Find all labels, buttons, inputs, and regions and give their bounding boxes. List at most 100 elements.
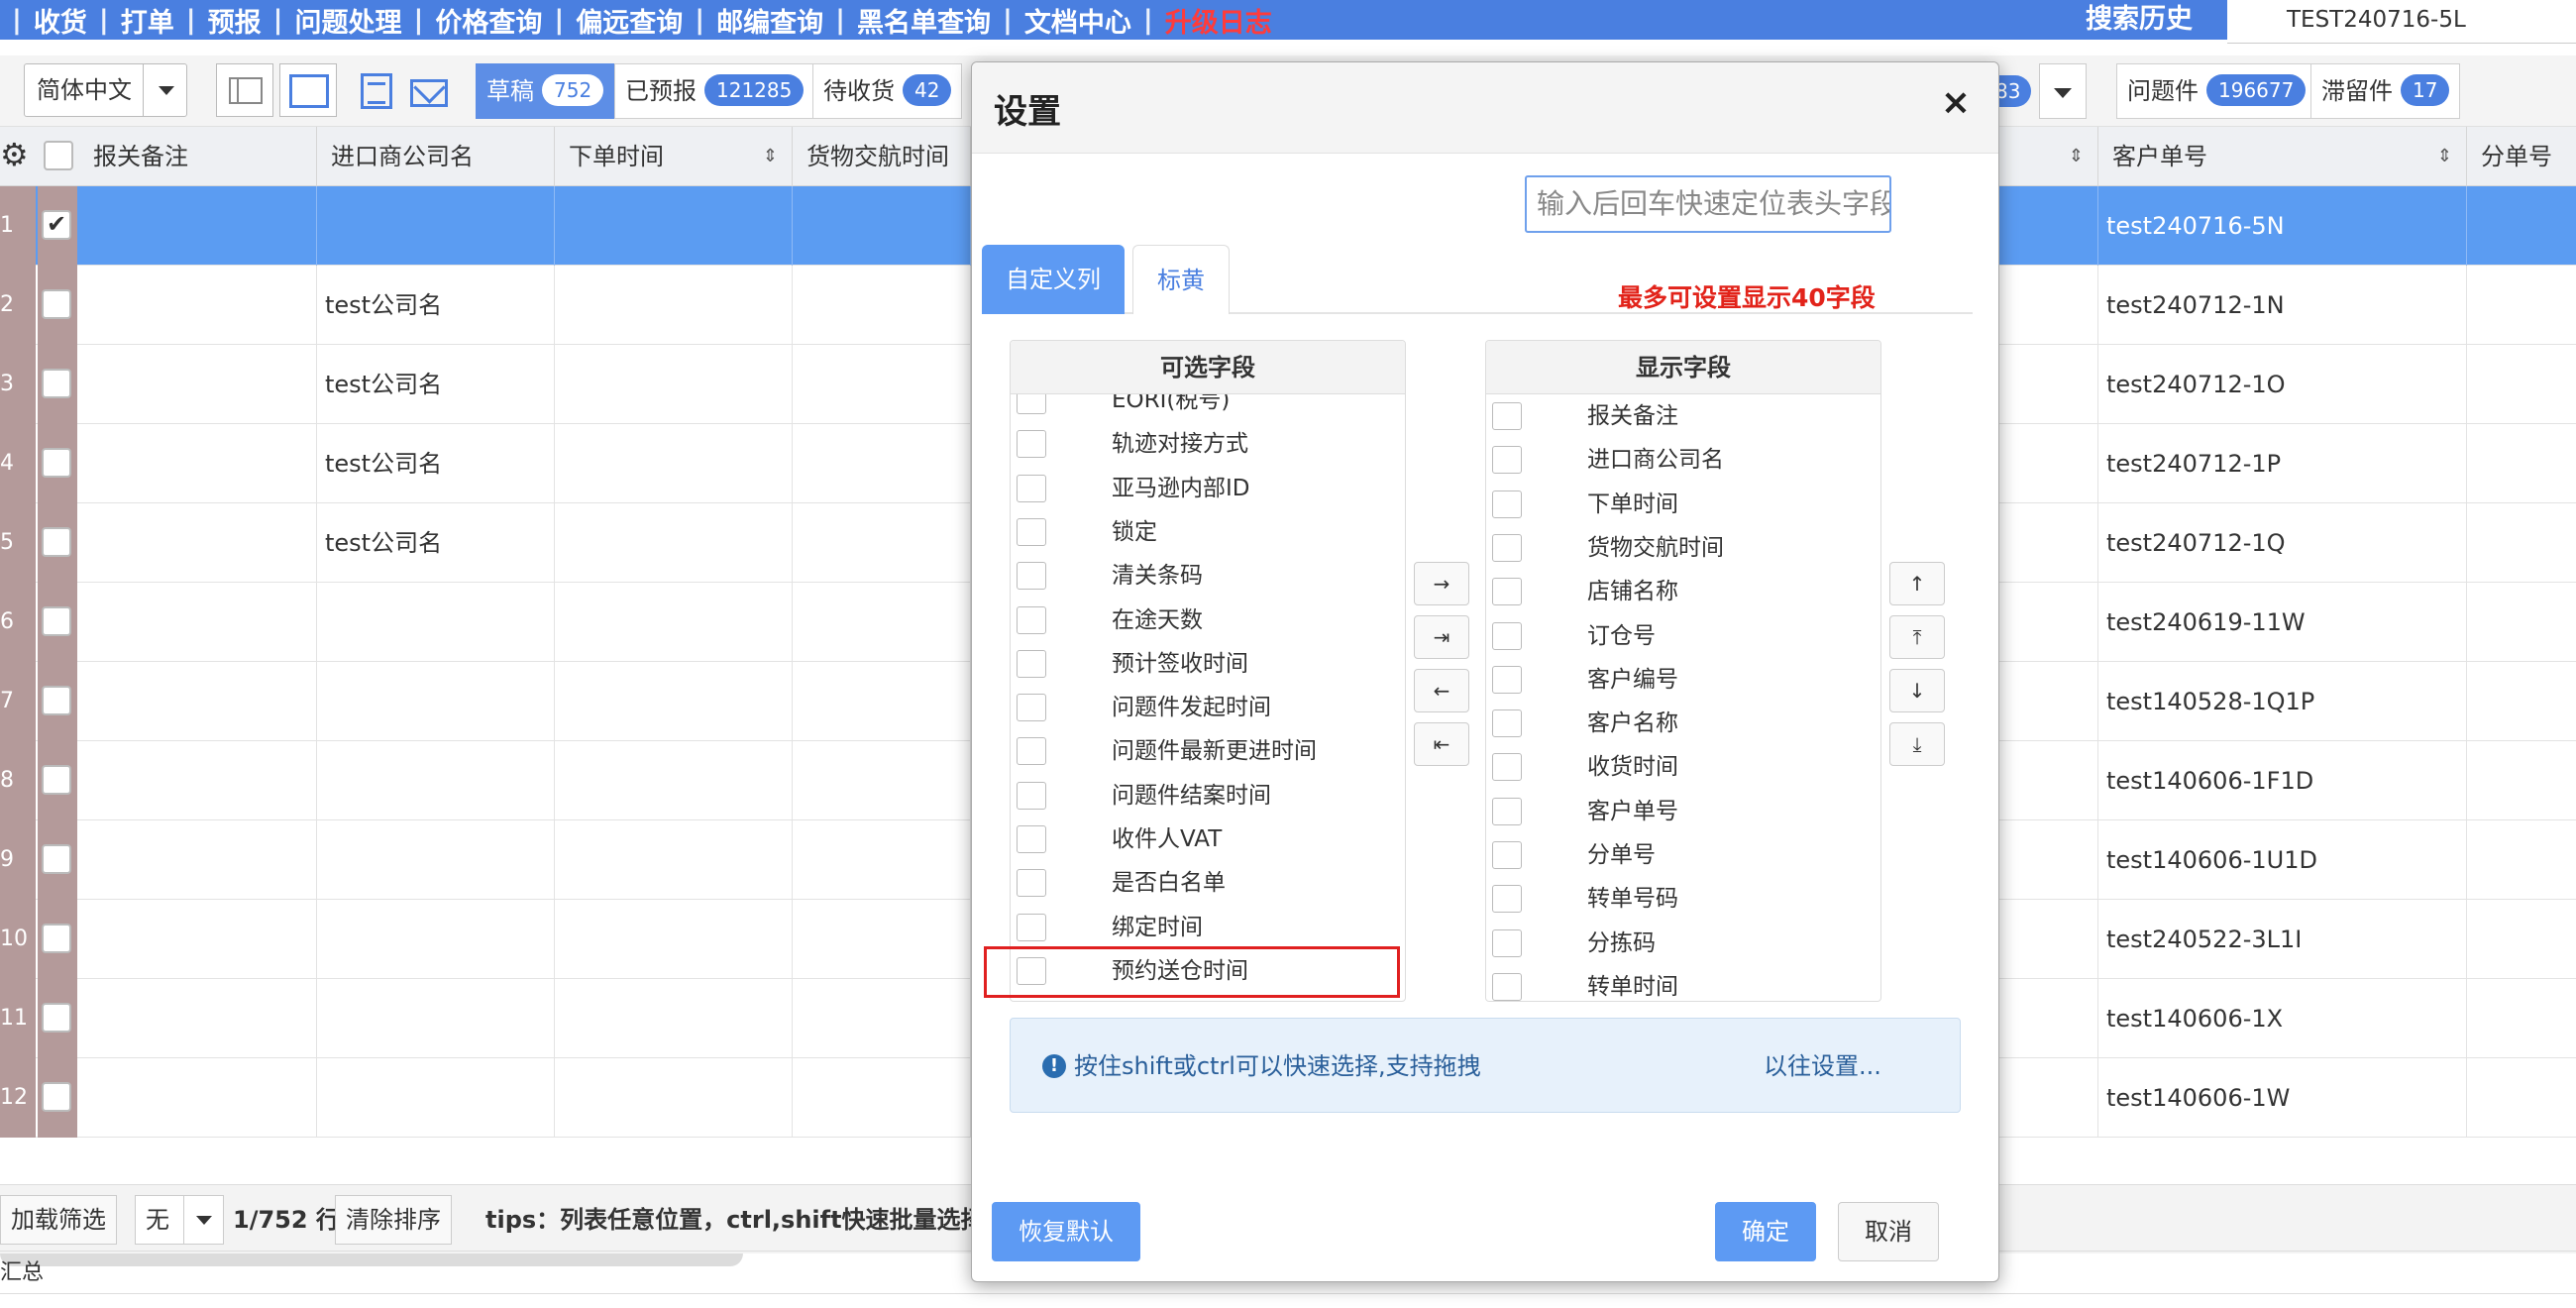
cell-importer-company[interactable]: test公司名: [317, 503, 555, 583]
menu-receive[interactable]: 收货: [34, 1, 87, 40]
select-all-checkbox[interactable]: [44, 141, 73, 170]
col-customer-no[interactable]: 客户单号 ⇕: [2098, 127, 2467, 186]
row-checkbox-cell[interactable]: [38, 979, 77, 1058]
menu-postcode[interactable]: 邮编查询: [716, 1, 823, 40]
cell-customer-no[interactable]: test240712-1Q: [2098, 503, 2467, 583]
item-checkbox[interactable]: [1492, 402, 1522, 430]
gear-icon[interactable]: ⚙: [0, 139, 32, 170]
cell-sub-no[interactable]: [2467, 662, 2576, 741]
row-checkbox-cell[interactable]: [38, 900, 77, 979]
cell-hidden[interactable]: [1999, 424, 2098, 503]
cell-order-time[interactable]: [555, 979, 793, 1058]
sort-icon[interactable]: ⇕: [763, 127, 778, 186]
cell-handover-time[interactable]: [793, 662, 971, 741]
previous-settings-link[interactable]: 以往设置...: [1764, 1046, 1881, 1081]
cell-importer-company[interactable]: [317, 820, 555, 900]
cell-hidden[interactable]: [1999, 345, 2098, 424]
col-handover-time[interactable]: 货物交航时间: [793, 127, 971, 186]
cell-sub-no[interactable]: [2467, 503, 2576, 583]
cell-customs-remark[interactable]: [79, 186, 317, 266]
cell-hidden[interactable]: [1999, 1058, 2098, 1138]
menu-blacklist[interactable]: 黑名单查询: [857, 1, 991, 40]
cell-customer-no[interactable]: test240619-11W: [2098, 583, 2467, 662]
cell-customer-no[interactable]: test140606-1U1D: [2098, 820, 2467, 900]
list-item[interactable]: 轨迹对接方式: [1011, 422, 1405, 466]
tab-highlight[interactable]: 标黄: [1132, 245, 1230, 314]
cell-importer-company[interactable]: test公司名: [317, 424, 555, 503]
chevron-down-icon[interactable]: [143, 64, 186, 116]
list-icon[interactable]: [361, 73, 392, 109]
row-checkbox[interactable]: [42, 1003, 71, 1033]
list-item[interactable]: 问题件结案时间: [1011, 774, 1405, 818]
list-item[interactable]: 店铺名称: [1486, 570, 1880, 613]
item-checkbox[interactable]: [1492, 446, 1522, 475]
available-fields-body[interactable]: EORI(税号) 轨迹对接方式 亚马逊内部ID 锁定 清关条码 在途天数 预计签收时间 问题件…: [1011, 394, 1405, 1001]
row-checkbox[interactable]: [42, 527, 71, 557]
move-left-button[interactable]: ←: [1414, 669, 1469, 712]
tab-pending-receipt[interactable]: 待收货 42: [812, 63, 963, 119]
menu-price[interactable]: 价格查询: [435, 1, 542, 40]
cell-customer-no[interactable]: test240712-1P: [2098, 424, 2467, 503]
cell-importer-company[interactable]: [317, 1058, 555, 1138]
full-view-button[interactable]: [279, 63, 337, 117]
restore-default-button[interactable]: 恢复默认: [992, 1202, 1140, 1261]
cell-customs-remark[interactable]: [79, 900, 317, 979]
item-checkbox[interactable]: [1492, 533, 1522, 562]
tab-custom-columns[interactable]: 自定义列: [982, 245, 1125, 314]
cell-order-time[interactable]: [555, 345, 793, 424]
cell-order-time[interactable]: [555, 741, 793, 820]
item-checkbox[interactable]: [1492, 972, 1522, 1001]
row-checkbox[interactable]: [42, 686, 71, 715]
sort-icon[interactable]: ⇕: [2437, 127, 2452, 186]
menu-docs[interactable]: 文档中心: [1024, 1, 1131, 40]
menu-issues[interactable]: 问题处理: [295, 1, 402, 40]
row-checkbox-cell[interactable]: [38, 741, 77, 820]
cell-customer-no[interactable]: test140528-1Q1P: [2098, 662, 2467, 741]
item-checkbox[interactable]: [1017, 474, 1046, 502]
search-history[interactable]: 搜索历史: [2086, 0, 2193, 40]
cell-handover-time[interactable]: [793, 741, 971, 820]
ok-button[interactable]: 确定: [1715, 1202, 1816, 1261]
cell-sub-no[interactable]: [2467, 1058, 2576, 1138]
item-checkbox[interactable]: [1017, 605, 1046, 634]
list-item[interactable]: 货物交航时间: [1486, 526, 1880, 570]
cell-sub-no[interactable]: [2467, 583, 2576, 662]
item-checkbox[interactable]: [1492, 490, 1522, 518]
list-item[interactable]: 锁定: [1011, 510, 1405, 554]
row-checkbox[interactable]: [42, 765, 71, 795]
list-item[interactable]: 亚马逊内部ID: [1011, 467, 1405, 510]
move-up-button[interactable]: ↑: [1889, 562, 1945, 605]
list-item[interactable]: 是否白名单: [1011, 861, 1405, 905]
menu-forecast[interactable]: 预报: [208, 1, 262, 40]
cell-handover-time[interactable]: [793, 900, 971, 979]
list-item[interactable]: 订仓号: [1486, 614, 1880, 658]
cell-order-time[interactable]: [555, 583, 793, 662]
cell-customer-no[interactable]: test240716-5N: [2098, 186, 2467, 266]
clear-sort-button[interactable]: 清除排序: [335, 1195, 452, 1245]
row-checkbox-cell[interactable]: [38, 583, 77, 662]
language-select[interactable]: 简体中文: [24, 63, 187, 117]
tracking-search-input[interactable]: TEST240716-5L: [2227, 0, 2576, 44]
move-bottom-button[interactable]: ⤓: [1889, 722, 1945, 766]
cell-handover-time[interactable]: [793, 1058, 971, 1138]
row-checkbox[interactable]: [42, 1082, 71, 1112]
row-checkbox-cell[interactable]: [38, 820, 77, 900]
locate-field-input[interactable]: [1525, 175, 1891, 233]
row-checkbox[interactable]: [42, 289, 71, 319]
menu-upgrade-log[interactable]: 升级日志: [1165, 1, 1272, 40]
cell-sub-no[interactable]: [2467, 424, 2576, 503]
cell-customs-remark[interactable]: [79, 662, 317, 741]
menu-print[interactable]: 打单: [121, 1, 174, 40]
cell-order-time[interactable]: [555, 266, 793, 345]
list-item[interactable]: 分拣码: [1486, 922, 1880, 965]
mail-icon[interactable]: [410, 79, 448, 107]
move-right-button[interactable]: →: [1414, 562, 1469, 605]
tab-forecasted[interactable]: 已预报 121285: [614, 63, 815, 119]
item-checkbox[interactable]: [1017, 913, 1046, 941]
cell-customs-remark[interactable]: [79, 345, 317, 424]
row-checkbox[interactable]: [42, 210, 71, 240]
list-item[interactable]: 问题件发起时间: [1011, 686, 1405, 729]
cell-customer-no[interactable]: test140606-1F1D: [2098, 741, 2467, 820]
list-item[interactable]: 绑定时间: [1011, 906, 1405, 949]
col-sub-no[interactable]: 分单号: [2467, 127, 2576, 186]
